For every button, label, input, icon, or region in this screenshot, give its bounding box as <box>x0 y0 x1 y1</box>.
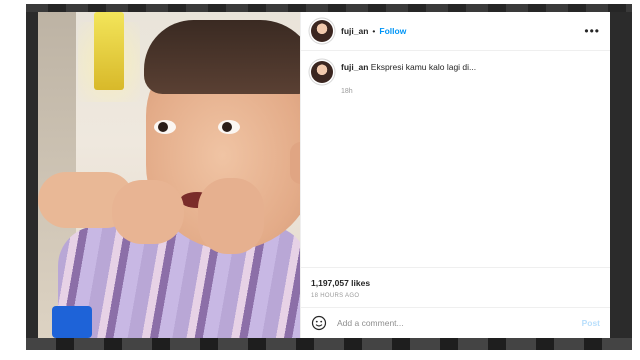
caption-time: 18h <box>341 88 353 95</box>
more-options-icon[interactable]: ••• <box>584 24 600 38</box>
caption-row: fuji_an Ekspresi kamu kalo lagi di... <box>301 51 610 83</box>
comment-input[interactable] <box>335 317 582 329</box>
post-footer: 1,197,057 likes 18 HOURS AGO Post <box>301 267 610 338</box>
lamp-in-photo <box>94 12 124 90</box>
post-photo <box>38 12 300 338</box>
post-modal: fuji_an • Follow ••• fuji_an Ekspresi ka… <box>38 12 610 338</box>
posted-timestamp: 18 HOURS AGO <box>311 293 360 299</box>
post-header: fuji_an • Follow ••• <box>301 12 610 51</box>
comment-bar: Post <box>301 307 610 338</box>
likes-count[interactable]: 1,197,057 likes <box>311 278 370 288</box>
username-link[interactable]: fuji_an <box>341 26 368 36</box>
post-side-panel: fuji_an • Follow ••• fuji_an Ekspresi ka… <box>300 12 610 338</box>
caption: fuji_an Ekspresi kamu kalo lagi di... <box>341 61 476 83</box>
caption-username[interactable]: fuji_an <box>341 62 368 72</box>
post-comment-button[interactable]: Post <box>582 318 600 328</box>
smiley-face-icon[interactable] <box>311 315 327 331</box>
caption-avatar[interactable] <box>311 61 333 83</box>
separator-dot: • <box>372 26 376 36</box>
avatar[interactable] <box>311 20 333 42</box>
caption-text: Ekspresi kamu kalo lagi di... <box>370 62 477 72</box>
follow-button[interactable]: Follow <box>379 26 406 36</box>
